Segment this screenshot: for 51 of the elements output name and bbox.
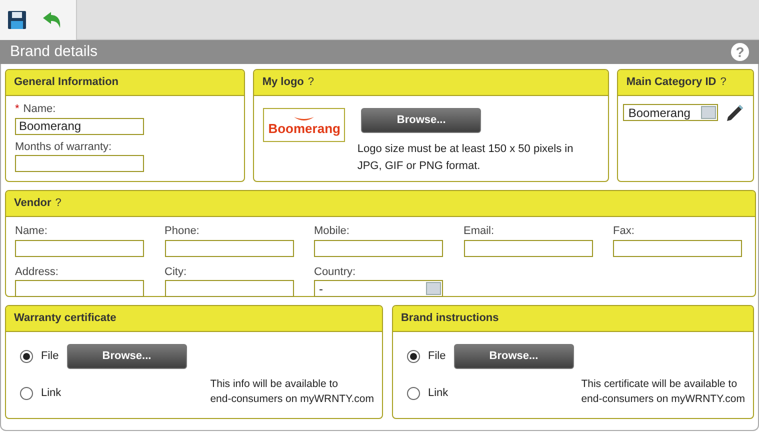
help-icon[interactable]: ? — [55, 195, 62, 212]
help-icon[interactable]: ? — [308, 74, 314, 91]
page-title: Brand details — [10, 42, 98, 62]
panel-title: Brand instructions — [400, 311, 499, 326]
radio-label: Link — [41, 386, 62, 401]
browse-button[interactable]: Browse... — [66, 344, 187, 369]
radio-button[interactable] — [406, 350, 420, 363]
radio-label: Link — [428, 386, 448, 401]
hint-text: Logo size must be at least 150 x 50 pixels in JPG, GIF or PNG format. — [357, 142, 574, 174]
text-field[interactable] — [164, 240, 294, 256]
text-field[interactable] — [314, 240, 443, 256]
pencil-icon[interactable] — [726, 104, 744, 122]
field-label: Mobile: — [314, 224, 350, 239]
radio-label: File — [41, 349, 59, 364]
text-field[interactable] — [15, 155, 144, 172]
field-label: Name: — [15, 224, 48, 239]
panel-title: My logo — [262, 75, 304, 90]
text-field[interactable] — [613, 240, 742, 256]
panel-title: Main Category ID — [626, 75, 716, 90]
help-icon[interactable]: ? — [720, 74, 726, 91]
field-label: Name: — [23, 102, 56, 117]
text-field[interactable] — [164, 280, 294, 297]
text-field[interactable] — [15, 280, 144, 297]
category-select[interactable]: Boomerang — [623, 104, 718, 121]
radio-button[interactable] — [20, 350, 33, 363]
radio-button[interactable] — [20, 386, 33, 400]
save-icon[interactable] — [8, 11, 26, 29]
field-label: Phone: — [164, 224, 200, 239]
field-label: Fax: — [613, 224, 636, 239]
panel-title: General Information — [14, 75, 119, 90]
panel-title: Warranty certificate — [14, 311, 116, 326]
field-label: Address: — [15, 264, 60, 280]
field-label: Email: — [464, 224, 496, 239]
text-field[interactable] — [464, 240, 592, 256]
field-label: Months of warranty: — [15, 140, 112, 154]
logo-swoosh-icon — [293, 116, 316, 122]
info-text: This certificate will be available to end-consumers on myWRNTY.com — [581, 376, 745, 408]
field-label: City: — [164, 264, 188, 280]
text-field[interactable]: Boomerang — [15, 118, 144, 134]
browse-button[interactable]: Browse... — [361, 108, 482, 133]
field-label: Country: — [314, 264, 357, 280]
logo-text: Boomerang — [268, 122, 340, 134]
country-select[interactable]: - — [314, 280, 443, 297]
radio-button[interactable] — [406, 386, 420, 400]
radio-label: File — [428, 349, 446, 364]
text-field[interactable] — [15, 240, 144, 256]
undo-icon[interactable] — [42, 11, 62, 29]
required-mark: * — [15, 102, 20, 117]
browse-button[interactable]: Browse... — [454, 344, 574, 369]
panel-title: Vendor — [14, 196, 52, 212]
info-text: This info will be available to end-consumers on myWRNTY.com — [210, 376, 374, 408]
